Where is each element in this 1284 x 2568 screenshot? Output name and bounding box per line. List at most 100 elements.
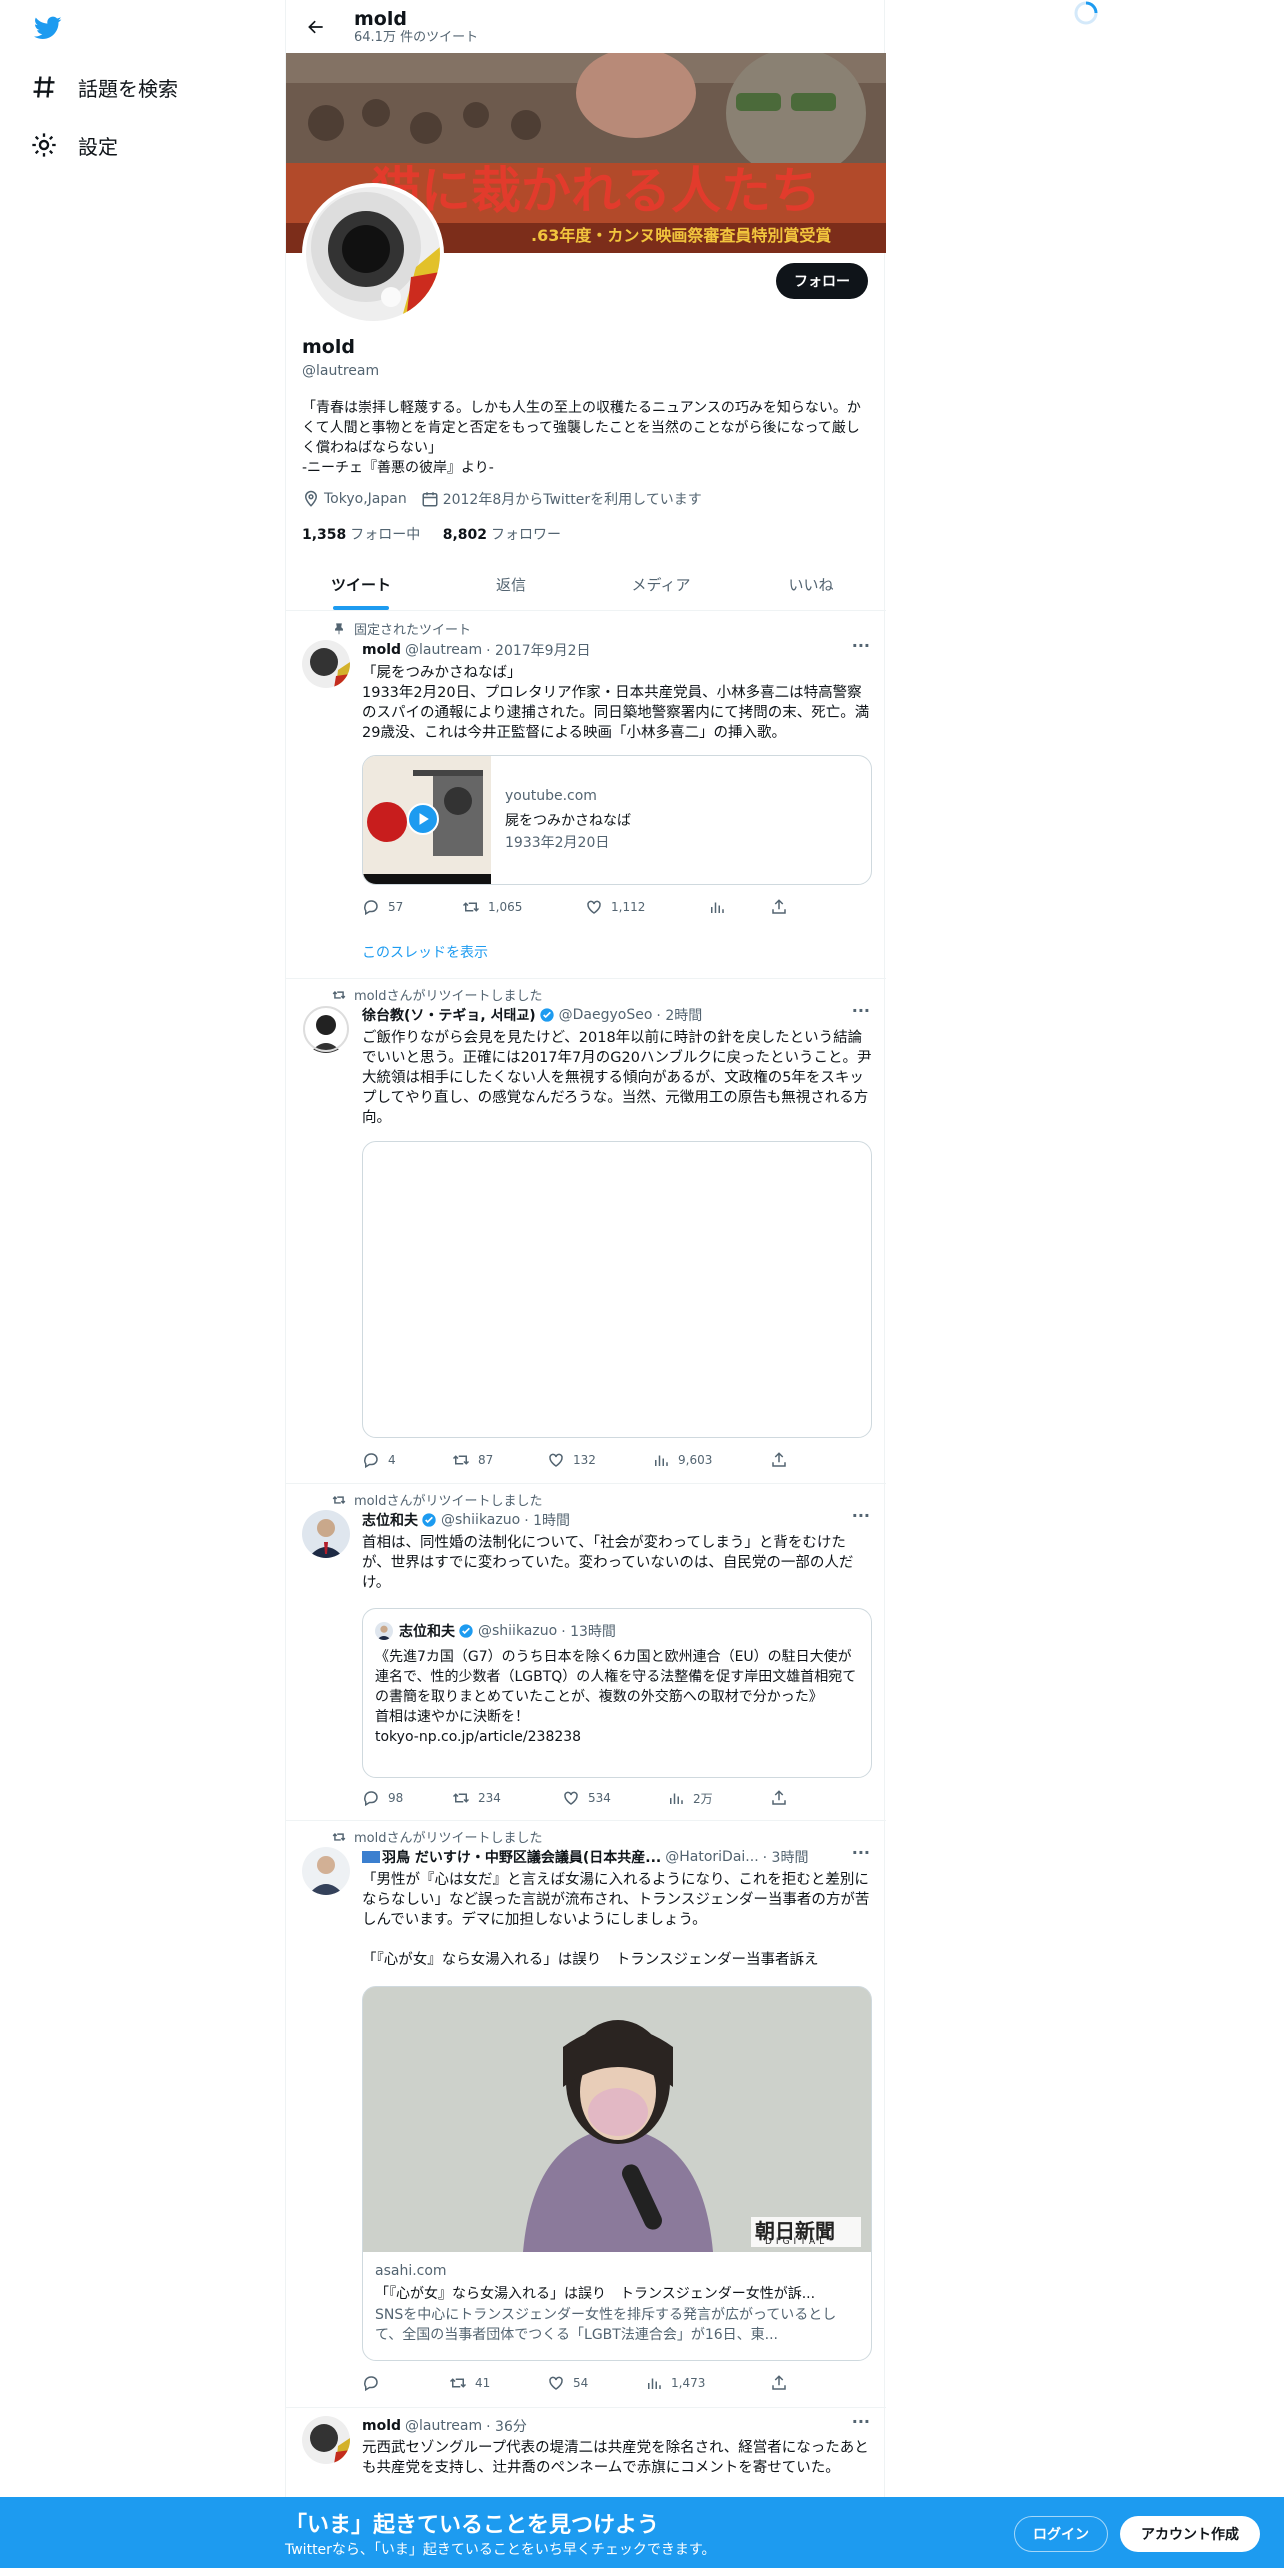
views-button[interactable]: 2万 xyxy=(667,1789,713,1807)
follow-button[interactable]: フォロー xyxy=(776,263,868,299)
like-button[interactable]: 54 xyxy=(547,2374,588,2392)
reply-button[interactable]: 57 xyxy=(362,898,403,916)
like-button[interactable]: 132 xyxy=(547,1451,596,1469)
analytics-button[interactable] xyxy=(708,898,734,916)
author-handle[interactable]: @HatoriDai... xyxy=(665,1849,758,1865)
author-handle[interactable]: @DaegyoSeo xyxy=(559,1007,653,1023)
tweet-retweet-2[interactable]: moldさんがリツイートしました 志位和夫 @shiikazuo · 1時間 ·… xyxy=(286,1484,886,1821)
author-name[interactable]: 志位和夫 xyxy=(362,1510,418,1530)
share-button[interactable] xyxy=(770,898,796,916)
share-button[interactable] xyxy=(770,1451,796,1469)
card-image-logo-sub: DIGITAL xyxy=(765,2237,829,2247)
like-button[interactable]: 1,112 xyxy=(585,898,645,916)
share-button[interactable] xyxy=(770,1789,796,1807)
calendar-icon xyxy=(422,492,438,507)
media-placeholder[interactable] xyxy=(362,1141,872,1438)
view-count: 9,603 xyxy=(678,1453,713,1467)
login-button[interactable]: ログイン xyxy=(1014,2516,1108,2552)
profile-name: mold xyxy=(302,336,355,358)
author-name[interactable]: 羽鳥 だいすけ・中野区議会議員(日本共産... xyxy=(382,1847,661,1867)
tweet-header: mold @lautream · 36分 xyxy=(362,2416,870,2436)
tweet-time[interactable]: · 2017年9月2日 xyxy=(486,640,590,660)
pinned-context: 固定されたツイート xyxy=(332,619,471,638)
followers-link[interactable]: 8,802 フォロワー xyxy=(443,527,561,543)
twitter-logo-icon[interactable] xyxy=(32,14,64,42)
link-card[interactable]: 朝日新聞 DIGITAL asahi.com 「『心が女』なら女湯入れる」は誤り… xyxy=(362,1986,872,2361)
retweet-context: moldさんがリツイートしました xyxy=(332,985,542,1004)
more-options-icon[interactable]: ··· xyxy=(852,1506,870,1525)
tweet-time[interactable]: · 36分 xyxy=(486,2416,527,2436)
author-name[interactable]: 徐台教(ソ・テギョ, 서태교) xyxy=(362,1005,536,1025)
tweet-retweet-1[interactable]: moldさんがリツイートしました 徐台教(ソ・テギョ, 서태교) @Daegyo… xyxy=(286,979,886,1484)
avatar[interactable] xyxy=(302,1005,350,1053)
signup-prompt-subtitle: Twitterなら、「いま」起きていることをいち早くチェックできます。 xyxy=(285,2542,716,2558)
tab-tweets[interactable]: ツイート xyxy=(286,558,436,610)
avatar[interactable] xyxy=(302,2416,350,2464)
tweet-header: 志位和夫 @shiikazuo · 1時間 xyxy=(362,1510,870,1530)
tab-media[interactable]: メディア xyxy=(586,558,736,610)
author-name[interactable]: mold xyxy=(362,642,401,658)
loading-spinner-icon xyxy=(1073,0,1099,26)
author-handle[interactable]: @lautream xyxy=(405,2418,482,2434)
gear-icon xyxy=(32,133,56,157)
retweet-button[interactable]: 1,065 xyxy=(462,898,522,916)
profile-location: Tokyo,Japan xyxy=(302,490,407,508)
share-button[interactable] xyxy=(770,2374,796,2392)
reply-button[interactable]: 98 xyxy=(362,1789,403,1807)
following-link[interactable]: 1,358 フォロー中 xyxy=(302,527,420,543)
play-icon[interactable] xyxy=(407,803,439,835)
card-domain: youtube.com xyxy=(505,788,597,804)
quote-avatar xyxy=(375,1622,393,1640)
tweet-time[interactable]: · 2時間 xyxy=(656,1005,702,1025)
tweet-time[interactable]: · 1時間 xyxy=(524,1510,570,1530)
more-options-icon[interactable]: ··· xyxy=(852,1001,870,1020)
show-thread-link[interactable]: このスレッドを表示 xyxy=(362,942,488,962)
location-text: Tokyo,Japan xyxy=(324,491,407,507)
back-arrow-icon[interactable] xyxy=(298,9,334,45)
retweet-context-label: moldさんがリツイートしました xyxy=(354,1494,543,1509)
tweet-retweet-3[interactable]: moldさんがリツイートしました 羽鳥 だいすけ・中野区議会議員(日本共産...… xyxy=(286,1821,886,2408)
retweet-count: 234 xyxy=(478,1791,501,1805)
more-options-icon[interactable]: ··· xyxy=(852,1843,870,1862)
tab-replies[interactable]: 返信 xyxy=(436,558,586,610)
more-options-icon[interactable]: ··· xyxy=(852,2412,870,2431)
reply-button[interactable]: 4 xyxy=(362,1451,396,1469)
nav-settings[interactable]: 設定 xyxy=(30,125,118,165)
like-count: 132 xyxy=(573,1453,596,1467)
signup-button[interactable]: アカウント作成 xyxy=(1120,2516,1260,2552)
views-button[interactable]: 9,603 xyxy=(652,1451,712,1469)
profile-avatar[interactable] xyxy=(302,183,444,325)
heart-icon xyxy=(587,900,601,914)
tab-likes[interactable]: いいね xyxy=(736,558,886,610)
quote-time: · 13時間 xyxy=(561,1624,616,1640)
views-button[interactable]: 1,473 xyxy=(645,2374,705,2392)
card-title: 屍をつみかさねなば xyxy=(505,813,631,829)
nav-explore[interactable]: 話題を検索 xyxy=(30,67,178,107)
tweet-time[interactable]: · 3時間 xyxy=(763,1847,809,1867)
quote-tweet[interactable]: 志位和夫 @shiikazuo · 13時間 《先進7カ国（G7）のうち日本を除… xyxy=(362,1608,872,1778)
retweet-button[interactable]: 41 xyxy=(449,2374,490,2392)
avatar[interactable] xyxy=(302,640,350,688)
avatar[interactable] xyxy=(302,1847,350,1895)
author-handle[interactable]: @lautream xyxy=(405,642,482,658)
quote-author-name: 志位和夫 xyxy=(399,1624,455,1640)
author-handle[interactable]: @shiikazuo xyxy=(441,1512,520,1528)
like-button[interactable]: 534 xyxy=(562,1789,611,1807)
retweet-count: 1,065 xyxy=(488,900,523,914)
avatar[interactable] xyxy=(302,1510,350,1558)
tweet-header: 羽鳥 だいすけ・中野区議会議員(日本共産... @HatoriDai... · … xyxy=(362,1847,870,1867)
author-name[interactable]: mold xyxy=(362,2418,401,2434)
more-options-icon[interactable]: ··· xyxy=(852,636,870,655)
tweet-pinned[interactable]: 固定されたツイート mold @lautream · 2017年9月2日 ···… xyxy=(286,611,886,979)
tweet-actions: 4 87 132 9,603 xyxy=(362,1451,802,1471)
card-image: 朝日新聞 DIGITAL xyxy=(363,1987,871,2252)
retweet-button[interactable]: 87 xyxy=(452,1451,493,1469)
reply-button[interactable] xyxy=(362,2374,388,2392)
like-count: 54 xyxy=(573,2376,589,2390)
share-icon xyxy=(772,2375,786,2390)
retweet-context: moldさんがリツイートしました xyxy=(332,1490,542,1509)
retweet-button[interactable]: 234 xyxy=(452,1789,501,1807)
retweet-icon xyxy=(332,1495,346,1504)
link-card[interactable]: youtube.com 屍をつみかさねなば 1933年2月20日 xyxy=(362,755,872,885)
profile-tabs: ツイート 返信 メディア いいね xyxy=(286,558,886,611)
